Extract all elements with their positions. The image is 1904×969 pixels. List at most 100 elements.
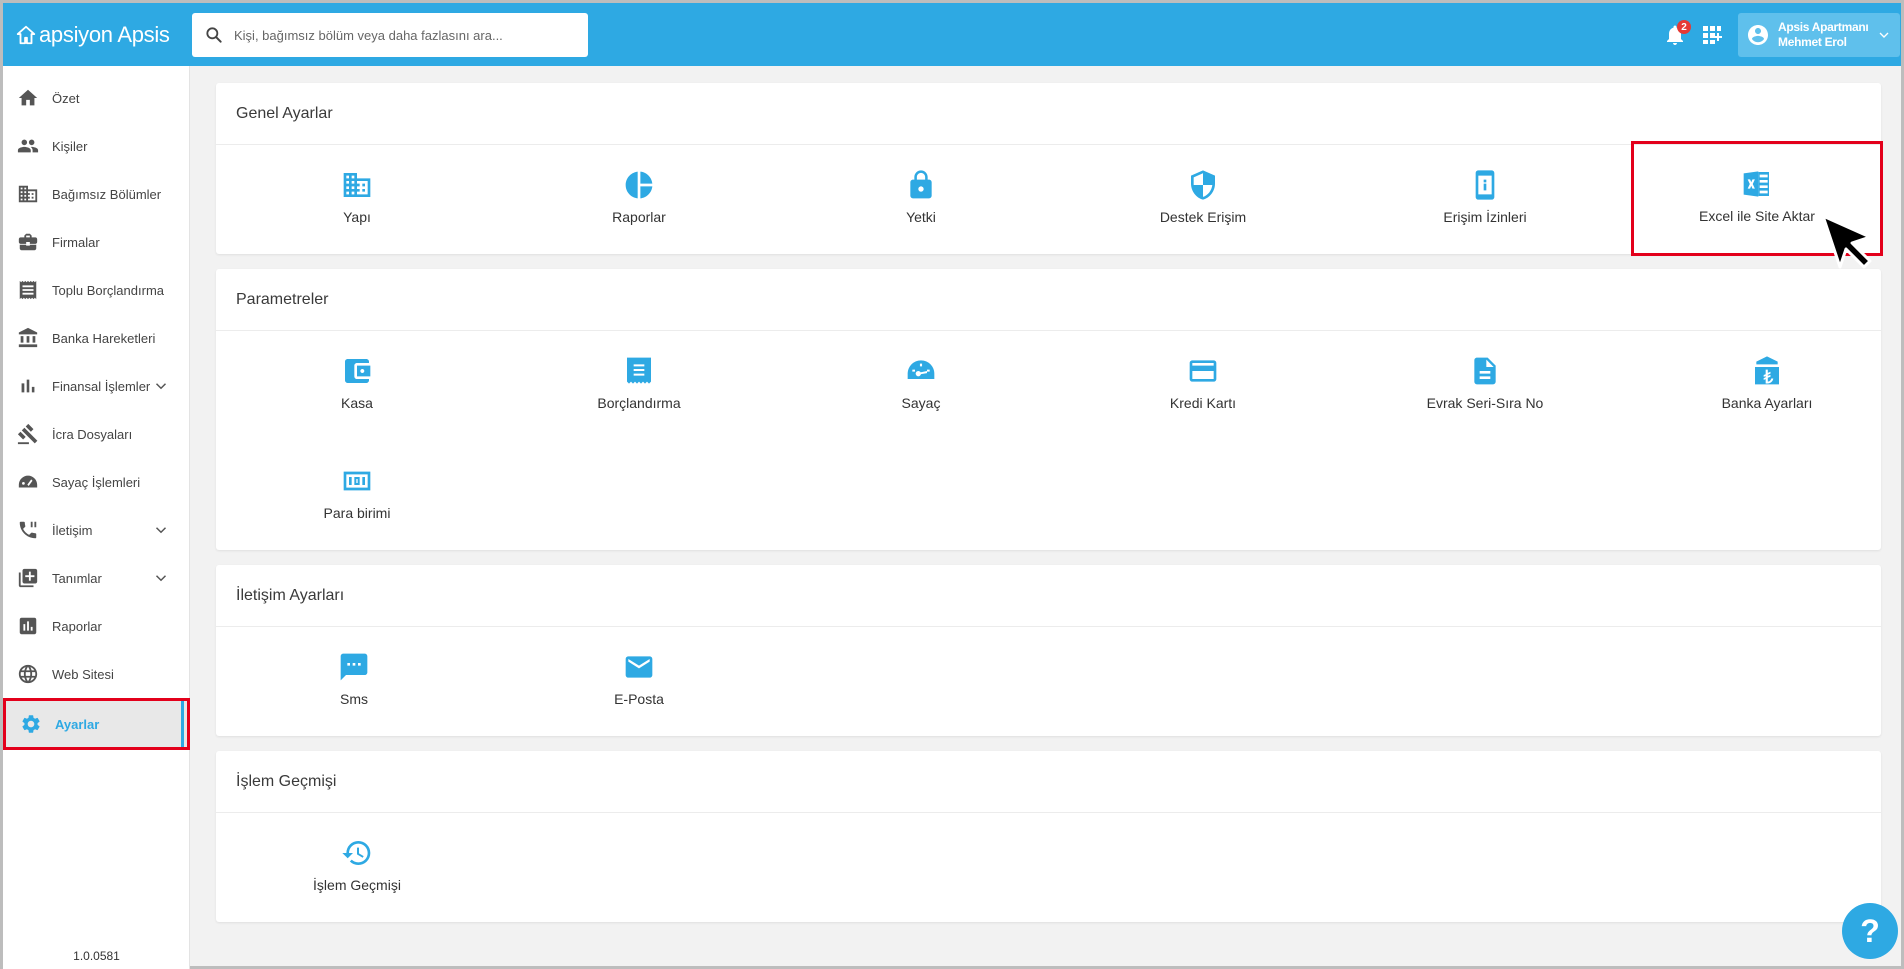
tile-label: Para birimi [323, 505, 391, 521]
sidebar-item-tanimlar[interactable]: Tanımlar [3, 554, 190, 602]
section-title: İşlem Geçmişi [216, 751, 1881, 813]
sidebar-item-label: Bağımsız Bölümler [52, 186, 162, 202]
building-icon [343, 173, 371, 197]
tile-para-birimi[interactable]: Para birimi [216, 441, 498, 551]
bank-lira-icon [1755, 356, 1779, 385]
help-button[interactable]: ? [1842, 903, 1898, 959]
tile-yapi[interactable]: Yapı [216, 145, 498, 255]
tile-label: İşlem Geçmişi [313, 877, 401, 893]
search-box[interactable] [192, 13, 588, 57]
tile-erisim-izinleri[interactable]: Erişim İzinleri [1344, 145, 1626, 255]
lock-icon [910, 170, 932, 199]
receipt-icon [627, 357, 651, 384]
tile-raporlar[interactable]: Raporlar [498, 145, 780, 255]
globe-icon [18, 664, 38, 684]
sidebar-item-label: Özet [52, 90, 80, 106]
sidebar-item-finansal-islemler[interactable]: Finansal İşlemler [3, 362, 190, 410]
info-device-icon [1475, 170, 1495, 200]
tile-sayac[interactable]: Sayaç [780, 331, 1062, 441]
tile-borclandirma[interactable]: Borçlandırma [498, 331, 780, 441]
sidebar-item-label: Ayarlar [55, 716, 100, 732]
document-icon [1474, 357, 1496, 385]
tile-kredi-karti[interactable]: Kredi Kartı [1062, 331, 1344, 441]
briefcase-icon [18, 233, 38, 251]
chevron-down-icon [155, 527, 167, 534]
chevron-down-icon [155, 575, 167, 582]
top-bar: apsiyon Apsis 2 Apsis Apartmanı Mehmet E… [3, 3, 1901, 66]
sidebar-item-kisiler[interactable]: Kişiler [3, 122, 190, 170]
sidebar-item-iletisim[interactable]: İletişim [3, 506, 190, 554]
sidebar-item-label: İcra Dosyaları [52, 426, 133, 442]
notifications-button[interactable]: 2 [1663, 20, 1691, 47]
shield-icon [1191, 170, 1215, 200]
sidebar-item-label: Tanımlar [52, 570, 102, 586]
section-title: Parametreler [216, 269, 1881, 331]
sidebar-item-bagimsiz-bolumler[interactable]: Bağımsız Bölümler [3, 170, 190, 218]
tile-sms[interactable]: Sms [213, 627, 495, 737]
tile-banka-ayarlari[interactable]: Banka Ayarları [1626, 331, 1904, 441]
sidebar-item-icra-dosyalari[interactable]: İcra Dosyaları [3, 410, 190, 458]
gear-icon [22, 715, 40, 733]
sidebar-item-ayarlar[interactable]: Ayarlar [3, 698, 190, 750]
sidebar-item-label: Web Sitesi [52, 666, 114, 682]
chevron-down-icon [1879, 32, 1889, 38]
tile-evrak-seri-sira-no[interactable]: Evrak Seri-Sıra No [1344, 331, 1626, 441]
tile-kasa[interactable]: Kasa [216, 331, 498, 441]
logo-text: apsiyon Apsis [39, 22, 170, 47]
tile-islem-gecmisi[interactable]: İşlem Geçmişi [216, 813, 498, 923]
tile-e-posta[interactable]: E-Posta [498, 627, 780, 737]
sidebar-item-label: İletişim [52, 522, 93, 538]
tile-label: Sms [340, 691, 368, 707]
receipt-icon [19, 280, 37, 300]
credit-card-icon [1189, 360, 1217, 382]
tile-yetki[interactable]: Yetki [780, 145, 1062, 255]
meter-icon [18, 475, 38, 488]
money-icon [343, 471, 371, 491]
sidebar-item-firmalar[interactable]: Firmalar [3, 218, 190, 266]
sidebar-item-ozet[interactable]: Özet [3, 74, 190, 122]
pie-chart-icon [625, 171, 653, 199]
tile-label: Raporlar [612, 209, 666, 225]
tile-label: Sayaç [901, 395, 941, 411]
home-icon [18, 89, 38, 106]
search-icon [206, 27, 222, 43]
tile-label: Excel ile Site Aktar [1699, 208, 1815, 224]
apps-button[interactable] [1700, 23, 1724, 47]
tile-label: Destek Erişim [1159, 209, 1247, 225]
sidebar-item-web-sitesi[interactable]: Web Sitesi [3, 650, 190, 698]
section-title: Genel Ayarlar [216, 83, 1881, 145]
phone-icon [19, 521, 37, 539]
sidebar-item-sayac-islemleri[interactable]: Sayaç İşlemleri [3, 458, 190, 506]
sidebar-item-label: Toplu Borçlandırma [52, 282, 164, 298]
history-icon [342, 841, 371, 865]
tile-label: Kasa [341, 395, 373, 411]
sms-icon [340, 653, 368, 681]
sidebar-item-raporlar[interactable]: Raporlar [3, 602, 190, 650]
section-iletisim-ayarlari: İletişim Ayarları Sms E-Posta [216, 565, 1881, 736]
user-name: Mehmet Erol [1778, 35, 1847, 49]
tile-label: Erişim İzinleri [1443, 209, 1527, 225]
sidebar-item-label: Sayaç İşlemleri [52, 474, 141, 490]
apps-grid-icon [1703, 26, 1722, 44]
tile-destek-erisim[interactable]: Destek Erişim [1062, 145, 1344, 255]
wallet-icon [345, 359, 371, 383]
mouse-cursor-icon [1821, 214, 1872, 269]
sidebar-item-toplu-borclandirma[interactable]: Toplu Borçlandırma [3, 266, 190, 314]
section-islem-gecmisi: İşlem Geçmişi İşlem Geçmişi [216, 751, 1881, 922]
tile-label: Borçlandırma [597, 395, 681, 411]
report-icon [19, 617, 37, 635]
sidebar-item-label: Finansal İşlemler [52, 378, 151, 394]
sidebar-item-label: Banka Hareketleri [52, 330, 156, 346]
sidebar-item-banka-hareketleri[interactable]: Banka Hareketleri [3, 314, 190, 362]
tile-label: Yapı [343, 209, 371, 225]
gavel-icon [17, 423, 38, 445]
notification-badge: 2 [1677, 20, 1691, 34]
tile-label: Banka Ayarları [1721, 395, 1813, 411]
user-menu[interactable]: Apsis Apartmanı Mehmet Erol [1738, 13, 1900, 57]
user-org-name: Apsis Apartmanı [1778, 20, 1869, 34]
mail-icon [625, 656, 653, 678]
search-input[interactable] [234, 27, 588, 43]
tile-label: Evrak Seri-Sıra No [1426, 395, 1544, 411]
app-logo[interactable]: apsiyon Apsis [15, 20, 170, 50]
people-icon [17, 139, 39, 153]
